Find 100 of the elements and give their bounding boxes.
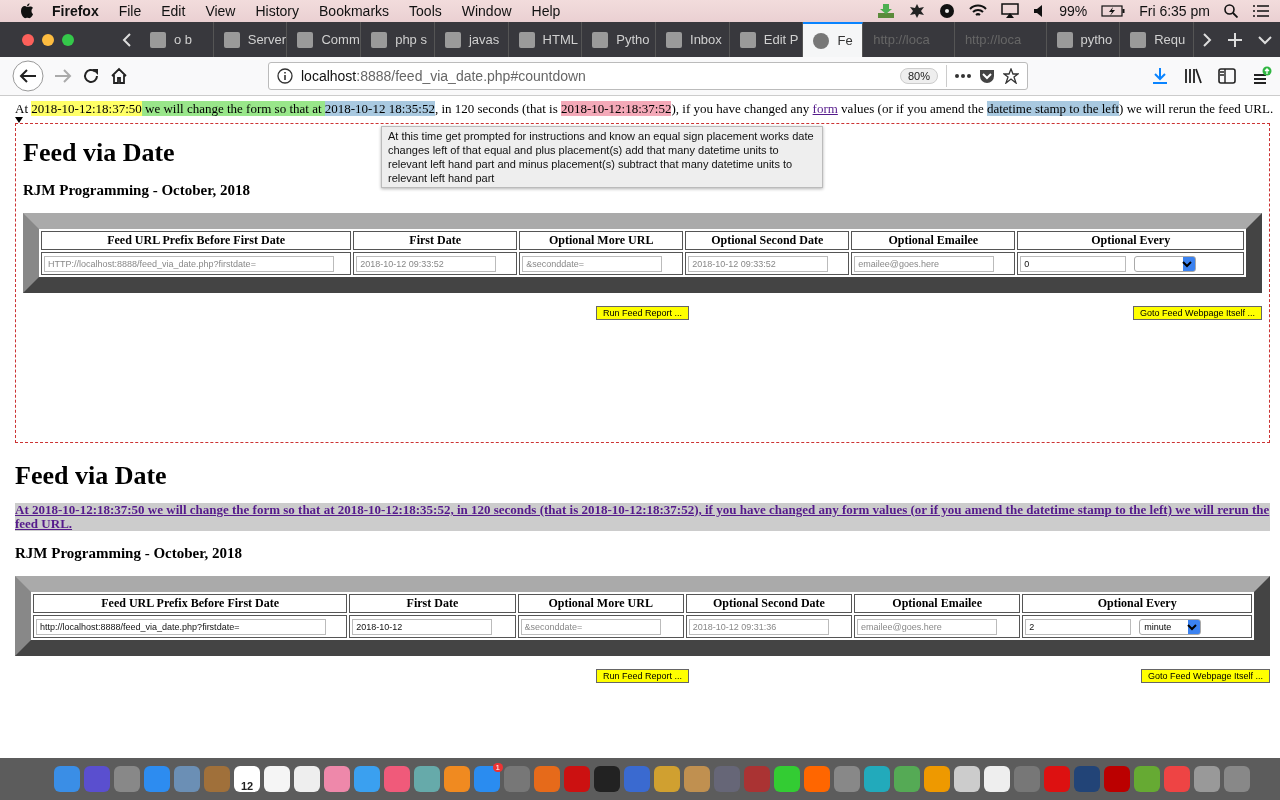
download-tray-icon[interactable]: [877, 3, 896, 19]
dock-app-icon[interactable]: [924, 766, 950, 792]
disc-icon[interactable]: [939, 3, 956, 19]
goto-webpage-button[interactable]: Goto Feed Webpage Itself ...: [1133, 306, 1262, 320]
airplay-icon[interactable]: [1001, 3, 1020, 19]
apple-logo-icon[interactable]: [20, 3, 34, 19]
dock-app-icon[interactable]: [414, 766, 440, 792]
number-field[interactable]: 2: [1025, 619, 1132, 635]
input-field[interactable]: &seconddate=: [522, 256, 663, 272]
battery-icon[interactable]: [1101, 5, 1126, 17]
number-field[interactable]: 0: [1020, 256, 1127, 272]
column-header: First Date: [353, 231, 518, 250]
input-field[interactable]: 2018-10-12 09:33:52: [356, 256, 497, 272]
page-icon: [1056, 31, 1073, 48]
close-window-button[interactable]: [22, 33, 34, 46]
column-header: Optional Second Date: [685, 594, 853, 613]
dock-app-icon[interactable]: [774, 766, 800, 792]
page-subheading: RJM Programming - October, 2018: [23, 182, 252, 199]
menubar-clock: Fri 6:35 pm: [1139, 3, 1210, 19]
input-field[interactable]: 2018-10-12 09:33:52: [688, 256, 829, 272]
more-icon[interactable]: [955, 74, 971, 78]
zoom-window-button[interactable]: [62, 33, 74, 46]
reload-button[interactable]: [82, 67, 100, 85]
input-field[interactable]: 2018-10-12 09:31:36: [688, 619, 829, 635]
chevron-down-icon[interactable]: [1257, 34, 1272, 45]
wifi-icon[interactable]: [969, 4, 988, 18]
form-link[interactable]: form: [812, 101, 838, 116]
goto-webpage-button[interactable]: Goto Feed Webpage Itself ...: [1141, 669, 1270, 683]
input-field[interactable]: http://localhost:8888/feed_via_date.php?firstdate=: [36, 619, 326, 635]
menu-item[interactable]: Window: [451, 3, 522, 19]
app-menu[interactable]: Firefox: [42, 3, 109, 19]
library-icon[interactable]: [1184, 68, 1202, 84]
column-header: First Date: [349, 594, 516, 613]
page-icon: [666, 31, 683, 48]
run-report-button[interactable]: Run Feed Report ...: [595, 669, 689, 683]
address-bar[interactable]: localhost:8888/feed_via_date.php#countdown 80%: [268, 62, 1028, 90]
page-icon: [592, 31, 609, 48]
download-icon[interactable]: [1152, 67, 1168, 85]
menu-item[interactable]: Edit: [151, 3, 196, 19]
calendar-icon[interactable]: 12: [234, 766, 260, 792]
list-icon[interactable]: [1252, 5, 1270, 17]
sidebar-icon[interactable]: [1218, 68, 1236, 84]
url-text: localhost:8888/feed_via_date.php#countdown: [301, 68, 586, 84]
search-icon[interactable]: [1224, 4, 1238, 18]
dock-app-icon[interactable]: [594, 766, 620, 792]
page-icon: [150, 31, 166, 48]
unit-dropdown[interactable]: minute: [1139, 619, 1202, 635]
unit-dropdown[interactable]: [1134, 256, 1197, 272]
splat-icon[interactable]: [909, 3, 926, 19]
menu-item[interactable]: File: [108, 3, 152, 19]
home-button[interactable]: [110, 67, 128, 85]
menu-icon[interactable]: [1252, 66, 1272, 86]
column-header: Optional Emailee: [851, 231, 1016, 250]
browser-tab[interactable]: Fe: [803, 22, 864, 57]
page-icon: [444, 31, 461, 48]
page-heading: Feed via Date: [23, 138, 175, 168]
input-field[interactable]: emailee@goes.here: [857, 619, 998, 635]
pocket-icon[interactable]: [979, 68, 995, 84]
menu-item[interactable]: View: [195, 3, 246, 19]
caret-icon[interactable]: [15, 117, 23, 123]
dock-app-icon[interactable]: [954, 766, 980, 792]
column-header: Optional Second Date: [685, 231, 850, 250]
page-icon: [371, 31, 388, 48]
dock-app-icon[interactable]: 1: [474, 766, 500, 792]
countdown-link[interactable]: At 2018-10-12:18:37:50 we will change the form so that at 2018-10-12:18:35:52, in 120 seconds (that is 2018-10-12:18:37:52), if you have changed any form values (or if you amend the datetime stamp to the left) we will rerun the feed URL.: [15, 503, 1270, 531]
input-field[interactable]: HTTP://localhost:8888/feed_via_date.php?firstdate=: [44, 256, 334, 272]
page-subheading: RJM Programming - October, 2018: [15, 545, 244, 562]
page-heading: Feed via Date: [15, 461, 167, 491]
dock-app-icon[interactable]: [324, 766, 350, 792]
dock-app-icon[interactable]: [444, 766, 470, 792]
back-button[interactable]: [12, 60, 44, 92]
star-icon[interactable]: [1003, 68, 1019, 84]
run-report-button[interactable]: Run Feed Report ...: [595, 306, 689, 320]
dock-app-icon[interactable]: [294, 766, 320, 792]
page-icon: [518, 31, 535, 48]
input-field[interactable]: emailee@goes.here: [854, 256, 995, 272]
info-icon[interactable]: [277, 68, 293, 84]
battery-percent: 99%: [1059, 3, 1088, 19]
scroll-right-icon[interactable]: [1201, 31, 1212, 48]
menu-item[interactable]: Help: [521, 3, 571, 19]
column-header: Optional More URL: [519, 231, 684, 250]
menu-item[interactable]: Tools: [399, 3, 452, 19]
zoom-level-button[interactable]: 80%: [899, 68, 938, 84]
column-header: Feed URL Prefix Before First Date: [33, 594, 348, 613]
scroll-left-icon[interactable]: [122, 31, 132, 48]
input-field[interactable]: &seconddate=: [520, 619, 661, 635]
input-field[interactable]: 2018-10-12: [352, 619, 493, 635]
menu-item[interactable]: History: [245, 3, 310, 19]
tooltip: At this time get prompted for instructions and know an equal sign placement works date changes left of that equal and plus placement(s) add that many datetime units to relevant left hand part and minus placement(s) subtract that many datetime units to relevant left hand part: [381, 126, 823, 188]
dock-app-icon[interactable]: [654, 766, 680, 792]
dock-app-icon[interactable]: [984, 766, 1010, 792]
forward-button[interactable]: [54, 68, 72, 84]
page-icon: [1130, 31, 1147, 48]
menu-item[interactable]: Bookmarks: [309, 3, 400, 19]
column-header: Feed URL Prefix Before First Date: [41, 231, 352, 250]
dock-app-icon[interactable]: [264, 766, 290, 792]
column-header: Optional Every: [1022, 594, 1252, 613]
new-tab-icon[interactable]: [1227, 32, 1242, 47]
page-icon: [739, 31, 756, 48]
minimize-window-button[interactable]: [42, 33, 54, 46]
